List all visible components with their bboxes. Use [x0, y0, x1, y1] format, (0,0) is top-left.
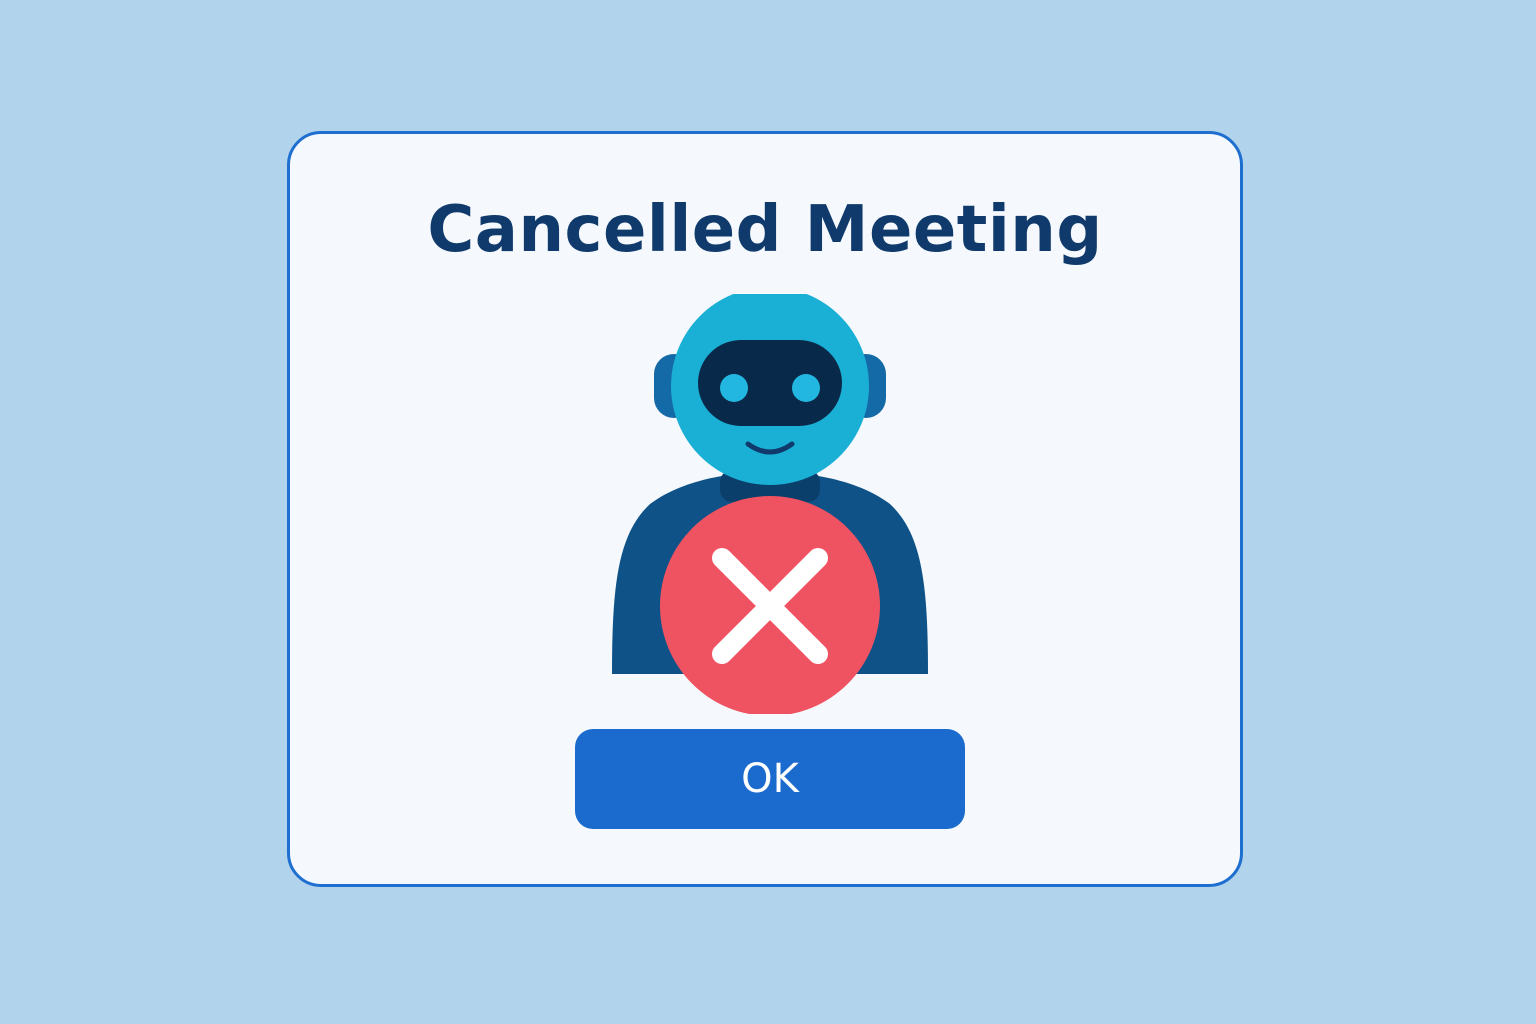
- ok-button[interactable]: OK: [575, 729, 965, 829]
- robot-avatar-icon: [612, 294, 928, 714]
- robot-eye-left: [720, 374, 748, 402]
- robot-eye-right: [792, 374, 820, 402]
- cancelled-meeting-dialog: Cancelled Meeting OK: [287, 131, 1243, 887]
- cancel-x-icon: [660, 496, 880, 714]
- robot-visor: [698, 340, 842, 426]
- dialog-title: Cancelled Meeting: [427, 193, 1103, 267]
